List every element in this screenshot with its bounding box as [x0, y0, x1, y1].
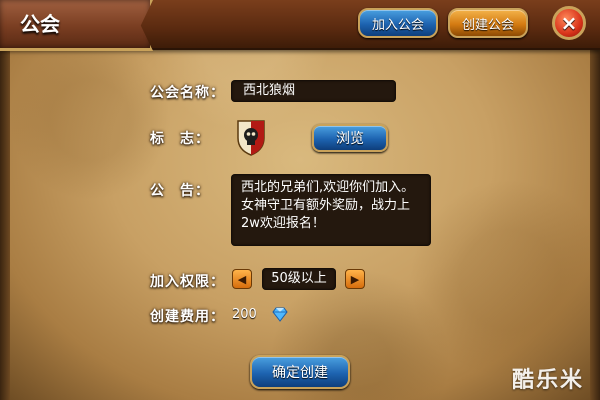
permission-next-button[interactable]: ▶ [345, 269, 365, 289]
right-frame-edge [590, 0, 600, 400]
join-guild-button[interactable]: 加入公会 [358, 8, 438, 38]
close-button[interactable]: × [552, 6, 586, 40]
guild-create-panel: 公会 加入公会 创建公会 × 公会名称： 西北狼烟 标 志： 浏览 公 告： 西… [0, 0, 600, 400]
notice-label: 公 告： [150, 183, 210, 199]
permission-label: 加入权限： [150, 274, 225, 290]
permission-value: 50级以上 [262, 268, 336, 290]
page-title: 公会 [20, 12, 60, 36]
cost-label: 创建费用： [150, 309, 225, 325]
confirm-create-button[interactable]: 确定创建 [250, 355, 350, 389]
diamond-icon [272, 307, 288, 322]
close-icon: × [560, 11, 578, 35]
browse-button[interactable]: 浏览 [312, 124, 388, 152]
cost-value: 200 [232, 307, 257, 322]
guild-name-label: 公会名称： [150, 85, 225, 101]
permission-prev-button[interactable]: ◀ [232, 269, 252, 289]
emblem-label: 标 志： [150, 131, 210, 147]
watermark-logo: 酷乐米 [511, 368, 584, 393]
notice-textarea[interactable]: 西北的兄弟们,欢迎你们加入。 女神守卫有额外奖励，战力上 2w欢迎报名！ [231, 174, 431, 246]
arrow-left-icon: ◀ [237, 272, 247, 286]
arrow-right-icon: ▶ [350, 272, 360, 286]
guild-name-input[interactable]: 西北狼烟 [231, 80, 396, 102]
create-guild-tab-button[interactable]: 创建公会 [448, 8, 528, 38]
left-frame-edge [0, 0, 10, 400]
skull-shield-icon[interactable] [236, 118, 266, 156]
